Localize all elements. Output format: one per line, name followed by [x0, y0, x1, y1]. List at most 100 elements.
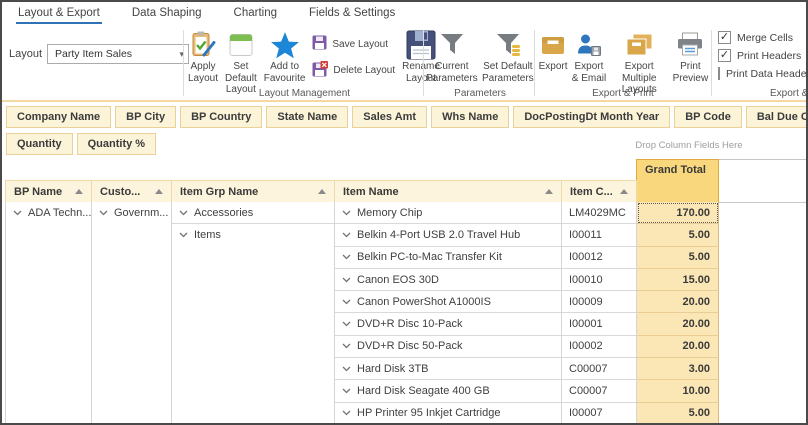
field-chip-sales-amt[interactable]: Sales Amt	[352, 106, 428, 128]
checkbox-icon[interactable]	[718, 31, 731, 44]
delete-layout-button[interactable]: Delete Layout	[312, 61, 395, 80]
print-preview-button[interactable]: Print Preview	[672, 28, 709, 84]
grand-total-cell[interactable]: 20.00	[637, 313, 719, 336]
save-layout-button[interactable]: Save Layout	[312, 35, 395, 53]
field-chip-bal-due[interactable]: Bal Due On Doc	[745, 106, 806, 128]
chevron-down-icon[interactable]	[342, 410, 351, 416]
item-name-cell[interactable]: DVD+R Disc 50-Pack	[335, 336, 561, 359]
item-name-cell[interactable]: Belkin PC-to-Mac Transfer Kit	[335, 247, 561, 269]
grand-total-header[interactable]: Grand Total	[636, 159, 719, 203]
group-label-parameters: Parameters	[454, 88, 506, 99]
field-chip-docpostingdt[interactable]: DocPostingDt Month Year	[513, 106, 671, 128]
checkbox-icon[interactable]	[718, 49, 731, 62]
field-chip-bp-city[interactable]: BP City	[115, 106, 177, 128]
export-email-button[interactable]: Export & Email	[571, 28, 607, 84]
chevron-down-icon[interactable]	[342, 321, 351, 327]
field-chip-whs-name[interactable]: Whs Name	[431, 106, 510, 128]
item-code-cell[interactable]: LM4029MC	[562, 202, 636, 225]
export-multiple-layouts-button[interactable]: Export Multiple Layouts	[609, 28, 670, 96]
item-grp-items-cell[interactable]: Items	[172, 224, 334, 246]
item-code-cell[interactable]: I00010	[562, 269, 636, 292]
field-chip-bp-country[interactable]: BP Country	[180, 106, 263, 128]
merge-cells-checkbox-row[interactable]: Merge Cells	[718, 31, 806, 44]
chevron-down-icon[interactable]	[13, 210, 22, 216]
print-headers-checkbox-row[interactable]: Print Headers	[718, 49, 806, 62]
tab-charting[interactable]: Charting	[232, 2, 279, 25]
column-header-item-code[interactable]: Item C...	[561, 180, 637, 203]
save-layout-label: Save Layout	[332, 38, 388, 50]
grand-total-cell[interactable]: 5.00	[637, 224, 719, 247]
field-chip-quantity-pct[interactable]: Quantity %	[76, 133, 157, 155]
grand-total-cell[interactable]: 3.00	[637, 358, 719, 381]
column-header-item-grp[interactable]: Item Grp Name	[171, 180, 335, 203]
grand-total-value: 15.00	[682, 273, 710, 286]
chevron-down-icon[interactable]	[342, 210, 351, 216]
bp-group-cell[interactable]: ADA Techn...	[6, 202, 91, 224]
ribbon: Layout Party Item Sales ▾ Apply Layout S…	[2, 25, 806, 100]
layout-select[interactable]: Party Item Sales ▾	[47, 44, 190, 64]
customer-group-cell[interactable]: Governm...	[92, 202, 171, 224]
item-code-value: I00007	[569, 407, 603, 420]
tab-data-shaping[interactable]: Data Shaping	[130, 2, 204, 25]
tab-fields-settings[interactable]: Fields & Settings	[307, 2, 397, 25]
sort-asc-icon	[155, 189, 163, 194]
field-chip-bp-code[interactable]: BP Code	[674, 106, 742, 128]
field-chip-company-name[interactable]: Company Name	[6, 106, 112, 128]
item-code-cell[interactable]: C00007	[562, 358, 636, 381]
print-data-headers-checkbox-row[interactable]: Print Data Headers	[718, 67, 806, 80]
chevron-down-icon[interactable]	[179, 232, 188, 238]
item-code-cell[interactable]: I00002	[562, 336, 636, 359]
grand-total-cell[interactable]: 10.00	[637, 380, 719, 403]
item-name-cell[interactable]: DVD+R Disc 10-Pack	[335, 313, 561, 336]
export-box-icon	[540, 28, 566, 61]
grand-total-cell[interactable]: 5.00	[637, 246, 719, 269]
item-code-cell[interactable]: I00001	[562, 313, 636, 336]
person-disk-icon	[576, 28, 602, 61]
set-default-parameters-button[interactable]: Set Default Parameters	[482, 28, 534, 84]
checkbox-icon[interactable]	[718, 67, 720, 80]
field-chip-quantity[interactable]: Quantity	[6, 133, 73, 155]
item-name-cell[interactable]: Hard Disk Seagate 400 GB	[335, 380, 561, 403]
item-grp-accessories-cell[interactable]: Accessories	[172, 202, 334, 225]
chevron-down-icon[interactable]	[342, 366, 351, 372]
grand-total-cell[interactable]: 20.00	[637, 335, 719, 359]
item-name-cell[interactable]: HP Printer 95 Inkjet Cartridge	[335, 403, 561, 423]
tab-layout-export[interactable]: Layout & Export	[16, 2, 102, 25]
item-code-cell[interactable]: I00007	[562, 403, 636, 423]
item-name-cell[interactable]: Belkin 4-Port USB 2.0 Travel Hub	[335, 224, 561, 247]
item-code-value: I00011	[569, 228, 602, 241]
chevron-down-icon[interactable]	[342, 343, 351, 349]
item-name-cell[interactable]: Hard Disk 3TB	[335, 358, 561, 381]
field-chip-state-name[interactable]: State Name	[266, 106, 349, 128]
chevron-down-icon[interactable]	[342, 254, 351, 260]
set-default-layout-button[interactable]: Set Default Layout	[225, 28, 257, 96]
group-parameters: Current Parameters Set Default Parameter…	[426, 25, 534, 100]
chevron-down-icon[interactable]	[342, 232, 351, 238]
grand-total-cell[interactable]: 5.00	[637, 402, 719, 423]
item-code-cell[interactable]: I00011	[562, 224, 636, 247]
chevron-down-icon[interactable]	[342, 388, 351, 394]
item-code-cell[interactable]: I00009	[562, 291, 636, 314]
item-name-cell[interactable]: Memory Chip	[335, 202, 561, 225]
chevron-down-icon[interactable]	[179, 210, 188, 216]
chevron-down-icon[interactable]	[342, 277, 351, 283]
column-header-bp-name[interactable]: BP Name	[5, 180, 92, 203]
item-code-cell[interactable]: I00012	[562, 247, 636, 269]
grand-total-cell[interactable]: 15.00	[637, 268, 719, 292]
current-parameters-button[interactable]: Current Parameters	[426, 28, 478, 84]
customer-group-label: Governm...	[114, 207, 169, 220]
grand-total-value: 20.00	[682, 295, 710, 308]
chevron-down-icon[interactable]	[99, 210, 108, 216]
add-to-favourite-button[interactable]: Add to Favourite	[264, 28, 305, 84]
grand-total-cell[interactable]: 170.00	[637, 202, 719, 225]
column-header-customer[interactable]: Custo...	[91, 180, 172, 203]
column-header-item-name[interactable]: Item Name	[334, 180, 562, 203]
item-name-cell[interactable]: Canon PowerShot A1000IS	[335, 291, 561, 314]
item-name-cell[interactable]: Canon EOS 30D	[335, 269, 561, 292]
apply-layout-button[interactable]: Apply Layout	[188, 28, 218, 84]
grand-total-cell[interactable]: 20.00	[637, 291, 719, 314]
merge-cells-label: Merge Cells	[737, 31, 794, 44]
chevron-down-icon[interactable]	[342, 299, 351, 305]
item-code-cell[interactable]: C00007	[562, 380, 636, 403]
export-button[interactable]: Export	[537, 28, 569, 73]
